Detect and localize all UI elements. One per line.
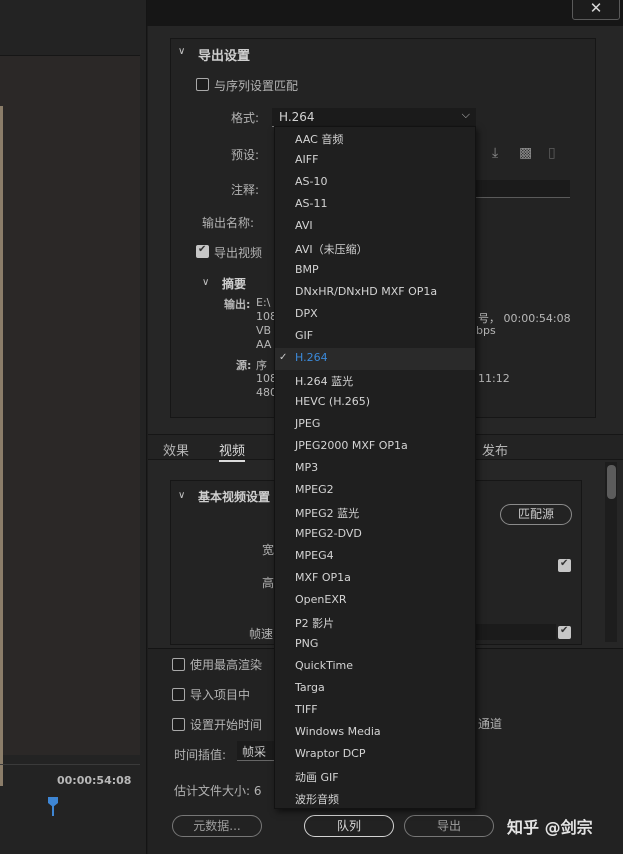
delete-preset-icon[interactable]: ▯ xyxy=(548,145,556,161)
format-select[interactable]: H.264 ⌵ xyxy=(272,108,476,127)
format-option[interactable]: AS-11 xyxy=(295,197,327,210)
match-sequence-checkbox[interactable] xyxy=(196,78,209,91)
format-option[interactable]: 波形音频 xyxy=(295,791,339,807)
match-source-button[interactable]: 匹配源 xyxy=(500,504,572,525)
height-label: 高 xyxy=(262,576,275,590)
chevron-down-icon[interactable]: ∨ xyxy=(202,277,209,288)
format-option[interactable]: DNxHR/DNxHD MXF OP1a xyxy=(295,285,437,298)
set-start-timecode-label: 设置开始时间 xyxy=(190,718,263,732)
current-timecode: 00:00:54:08 xyxy=(57,774,132,787)
basic-video-settings-title: 基本视频设置 xyxy=(198,490,271,504)
metadata-button[interactable]: 元数据... xyxy=(172,815,262,837)
watermark-text: 知乎 @剑宗 xyxy=(507,818,593,837)
output-line: VB xyxy=(256,324,272,337)
format-option[interactable]: Targa xyxy=(295,681,325,694)
scrollbar-thumb[interactable] xyxy=(607,465,616,499)
checkmark-icon: ✓ xyxy=(279,352,288,363)
format-option[interactable]: HEVC (H.265) xyxy=(295,395,370,408)
max-render-quality-label: 使用最高渲染 xyxy=(190,658,263,672)
output-label: 输出: xyxy=(224,298,251,311)
tab-video[interactable]: 视频 xyxy=(219,440,246,462)
format-option[interactable]: MPEG2 xyxy=(295,483,334,496)
tab-publish[interactable]: 发布 xyxy=(482,440,508,459)
format-option[interactable]: AVI xyxy=(295,219,313,232)
save-preset-icon[interactable]: ⤓ xyxy=(492,145,498,161)
format-dropdown-menu: ✓ AAC 音频 AIFF AS-10 AS-11 AVI AVI（未压缩） B… xyxy=(274,126,476,809)
format-option[interactable]: DPX xyxy=(295,307,318,320)
format-option[interactable]: BMP xyxy=(295,263,319,276)
output-line: E:\ xyxy=(256,296,271,309)
format-option[interactable]: JPEG xyxy=(295,417,320,430)
import-into-project-label: 导入项目中 xyxy=(190,688,251,702)
format-option[interactable]: H.264 蓝光 xyxy=(295,373,353,389)
format-option[interactable]: MPEG2 蓝光 xyxy=(295,505,359,521)
divider xyxy=(0,764,140,765)
format-option[interactable]: MP3 xyxy=(295,461,318,474)
render-alpha-label: 通道 xyxy=(478,717,503,731)
format-option-selected[interactable]: H.264 xyxy=(295,351,328,364)
format-option[interactable]: Windows Media xyxy=(295,725,381,738)
preview-frame-edge xyxy=(0,106,3,786)
format-option[interactable]: AIFF xyxy=(295,153,318,166)
comment-label: 注释: xyxy=(231,183,260,197)
frame-rate-field[interactable] xyxy=(476,624,556,640)
set-start-timecode-checkbox[interactable] xyxy=(172,718,185,731)
export-button[interactable]: 导出 xyxy=(404,815,494,837)
export-video-label: 导出视频 xyxy=(214,246,263,260)
format-option[interactable]: MXF OP1a xyxy=(295,571,351,584)
frame-rate-checkbox[interactable] xyxy=(558,625,571,639)
import-into-project-checkbox[interactable] xyxy=(172,688,185,701)
format-option[interactable]: P2 影片 xyxy=(295,615,334,631)
source-monitor-panel xyxy=(0,0,147,854)
source-line: 序 xyxy=(256,359,267,372)
format-option[interactable]: QuickTime xyxy=(295,659,353,672)
comment-field[interactable] xyxy=(476,180,570,198)
format-option[interactable]: GIF xyxy=(295,329,313,342)
video-preview xyxy=(0,55,140,786)
tab-effects[interactable]: 效果 xyxy=(163,440,189,459)
format-option[interactable]: JPEG2000 MXF OP1a xyxy=(295,439,408,452)
preset-label: 预设: xyxy=(231,148,260,162)
estimated-file-size: 估计文件大小: 6 xyxy=(174,784,262,798)
close-button[interactable]: ✕ xyxy=(572,0,620,20)
format-option[interactable]: TIFF xyxy=(295,703,318,716)
format-label: 格式: xyxy=(231,111,260,125)
summary-title: 摘要 xyxy=(222,277,247,291)
time-interpolation-select[interactable]: 帧采 xyxy=(237,741,279,761)
format-option[interactable]: PNG xyxy=(295,637,318,650)
format-option[interactable]: 动画 GIF xyxy=(295,769,339,785)
format-option[interactable]: OpenEXR xyxy=(295,593,347,606)
format-option[interactable]: AAC 音频 xyxy=(295,131,343,147)
format-option[interactable]: Wraptor DCP xyxy=(295,747,365,760)
frame-rate-label: 帧速 xyxy=(249,627,274,641)
format-option[interactable]: MPEG4 xyxy=(295,549,334,562)
width-lock-checkbox[interactable] xyxy=(558,558,571,572)
match-sequence-label: 与序列设置匹配 xyxy=(214,79,299,93)
chevron-down-icon: ⌵ xyxy=(461,108,470,121)
chevron-down-icon[interactable]: ∨ xyxy=(178,46,185,57)
queue-button[interactable]: 队列 xyxy=(304,815,394,837)
source-detail: 11:12 xyxy=(478,372,510,385)
export-settings-title: 导出设置 xyxy=(198,49,251,64)
output-line: AA xyxy=(256,338,272,351)
output-detail: bps xyxy=(476,324,496,337)
format-option[interactable]: MPEG2-DVD xyxy=(295,527,362,540)
export-video-checkbox[interactable] xyxy=(196,244,209,258)
time-interpolation-label: 时间插值: xyxy=(174,748,227,762)
import-preset-icon[interactable]: ▩ xyxy=(519,145,532,161)
format-value: H.264 xyxy=(279,110,315,124)
title-bar xyxy=(147,0,623,26)
max-render-quality-checkbox[interactable] xyxy=(172,658,185,671)
format-option[interactable]: AS-10 xyxy=(295,175,327,188)
source-label: 源: xyxy=(236,359,252,372)
output-name-label: 输出名称: xyxy=(202,216,255,230)
playhead-line xyxy=(52,806,54,816)
format-option[interactable]: AVI（未压缩） xyxy=(295,241,368,257)
chevron-down-icon[interactable]: ∨ xyxy=(178,490,185,501)
width-label: 宽 xyxy=(262,543,275,557)
